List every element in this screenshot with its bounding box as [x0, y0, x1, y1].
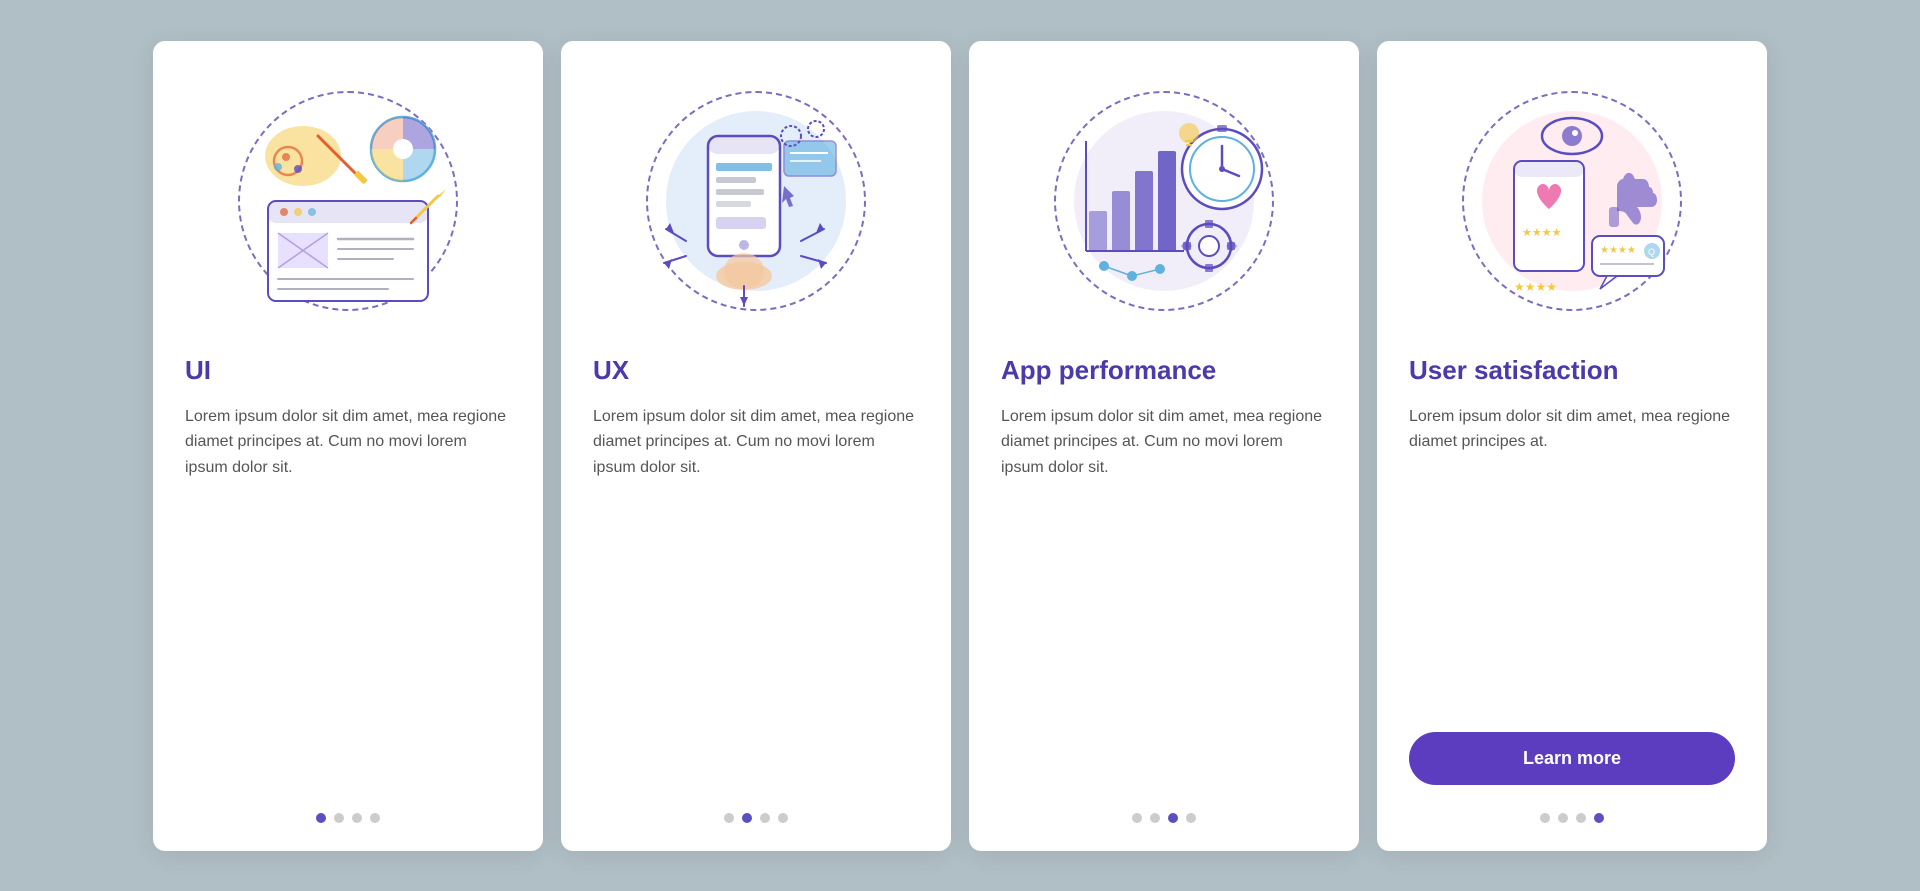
dot-2 [1150, 813, 1160, 823]
performance-text: Lorem ipsum dolor sit dim amet, mea regi… [1001, 404, 1327, 785]
ui-title: UI [185, 355, 511, 386]
ux-title: UX [593, 355, 919, 386]
card-satisfaction: ★★★★ ★★★★ ★★★★ Q User satisfaction [1377, 41, 1767, 851]
learn-more-button[interactable]: Learn more [1409, 732, 1735, 785]
card-performance: App performance Lorem ipsum dolor sit di… [969, 41, 1359, 851]
dot-2 [1558, 813, 1568, 823]
dot-3 [760, 813, 770, 823]
ui-dots [316, 813, 380, 823]
ux-dots [724, 813, 788, 823]
performance-illustration [1034, 71, 1294, 331]
svg-text:★★★★: ★★★★ [1522, 227, 1562, 239]
cards-container: UI Lorem ipsum dolor sit dim amet, mea r… [123, 11, 1797, 881]
svg-text:★★★★: ★★★★ [1600, 245, 1636, 256]
satisfaction-title: User satisfaction [1409, 355, 1735, 386]
ui-text: Lorem ipsum dolor sit dim amet, mea regi… [185, 404, 511, 785]
ux-illustration [626, 71, 886, 331]
card-ux: UX Lorem ipsum dolor sit dim amet, mea r… [561, 41, 951, 851]
dot-2 [742, 813, 752, 823]
dot-2 [334, 813, 344, 823]
dot-3 [352, 813, 362, 823]
svg-text:Q: Q [1648, 247, 1655, 257]
dot-1 [724, 813, 734, 823]
dot-1 [1540, 813, 1550, 823]
dot-4 [1186, 813, 1196, 823]
dot-4 [1594, 813, 1604, 823]
performance-dots [1132, 813, 1196, 823]
svg-text:★★★★: ★★★★ [1514, 280, 1557, 294]
card-ui: UI Lorem ipsum dolor sit dim amet, mea r… [153, 41, 543, 851]
satisfaction-dots [1540, 813, 1604, 823]
dot-3 [1576, 813, 1586, 823]
ui-illustration [218, 71, 478, 331]
dot-3 [1168, 813, 1178, 823]
satisfaction-text: Lorem ipsum dolor sit dim amet, mea regi… [1409, 404, 1735, 712]
dot-4 [778, 813, 788, 823]
dot-1 [316, 813, 326, 823]
performance-title: App performance [1001, 355, 1327, 386]
ux-text: Lorem ipsum dolor sit dim amet, mea regi… [593, 404, 919, 785]
satisfaction-illustration: ★★★★ ★★★★ ★★★★ Q [1442, 71, 1702, 331]
dot-1 [1132, 813, 1142, 823]
dot-4 [370, 813, 380, 823]
